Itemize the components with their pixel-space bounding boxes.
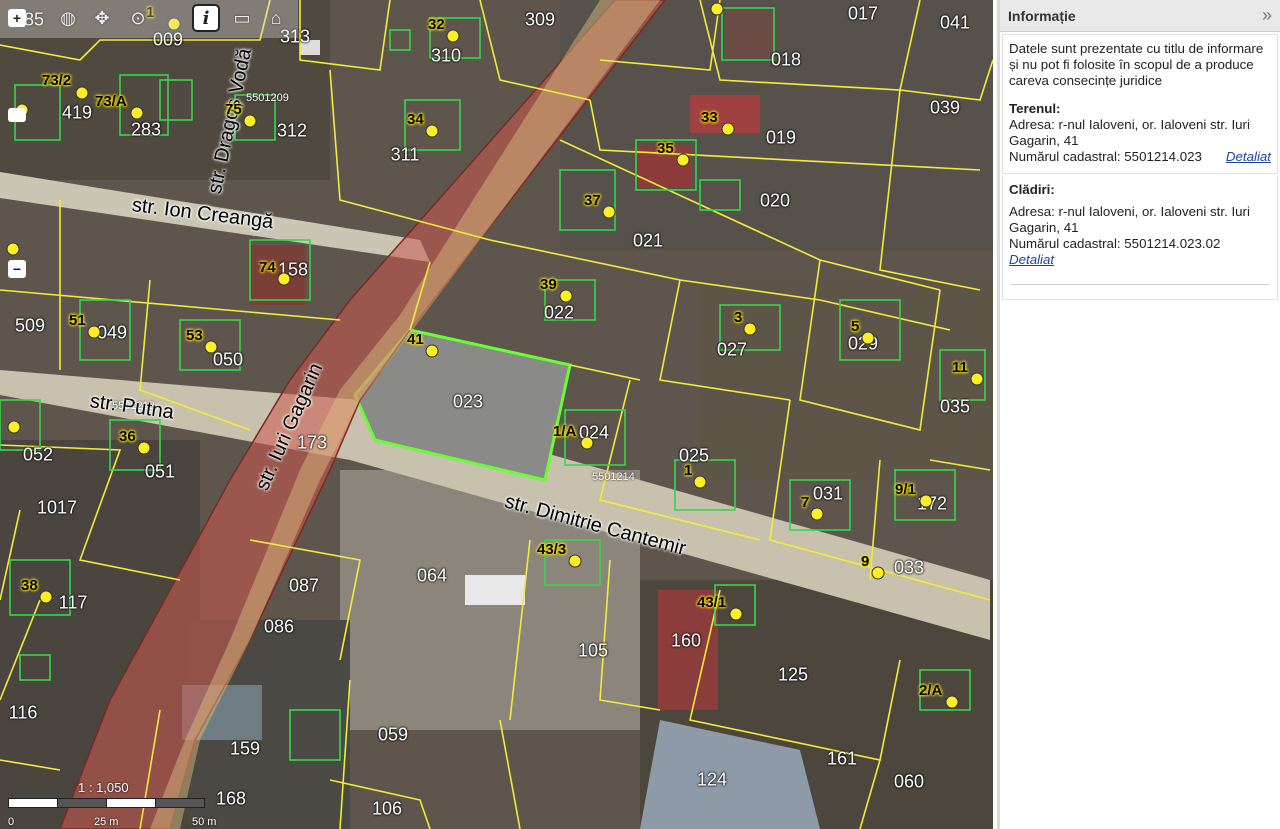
info-panel: Informație » Datele sunt prezentate cu t…: [997, 0, 1280, 829]
address-point[interactable]: [559, 289, 573, 303]
cadastral-block-code: 5501209: [246, 92, 289, 104]
address-label: 43/1: [697, 594, 727, 611]
scale-segment: [106, 798, 156, 808]
address-label: 41: [407, 331, 424, 348]
address-point[interactable]: [721, 122, 735, 136]
address-label: 73/2: [42, 72, 72, 89]
scale-tick: 50 m: [192, 816, 217, 828]
address-label: 36: [119, 428, 136, 445]
building-cadastral-number: Numărul cadastral: 5501214.023.02: [1009, 236, 1221, 251]
address-point[interactable]: [693, 475, 707, 489]
address-point[interactable]: [861, 331, 875, 345]
land-details-link[interactable]: Detaliat: [1226, 149, 1271, 165]
address-point[interactable]: [602, 205, 616, 219]
address-label: 43/3: [537, 541, 567, 558]
building-details-link[interactable]: Detaliat: [1009, 252, 1054, 267]
address-label: 73/A: [95, 93, 127, 110]
cadastral-map[interactable]: 009 313 309 017 041 310 018 039 419 283 …: [0, 0, 993, 829]
address-point[interactable]: [130, 106, 144, 120]
land-cadastral-number: Numărul cadastral: 5501214.023: [1009, 149, 1202, 164]
address-point[interactable]: [743, 322, 757, 336]
address-point[interactable]: [75, 86, 89, 100]
collapse-panel-icon[interactable]: »: [1262, 5, 1272, 26]
address-point[interactable]: [7, 420, 21, 434]
scale-tick: 25 m: [94, 816, 119, 828]
address-label: 74: [259, 259, 276, 276]
land-info-section: Datele sunt prezentate cu titlu de infor…: [1002, 34, 1278, 174]
address-point[interactable]: [810, 507, 824, 521]
land-address: Adresa: r-nul Ialoveni, or. Ialoveni str…: [1009, 117, 1250, 148]
address-label: 37: [584, 192, 601, 209]
address-point[interactable]: [6, 242, 20, 256]
address-label: 34: [407, 111, 424, 128]
panel-header: Informație »: [1000, 0, 1280, 32]
pan-icon[interactable]: ✥: [88, 4, 116, 32]
info-icon[interactable]: i: [192, 4, 220, 32]
map-toolbar: ◍ ✥ ⊙ i ▭ ⌂: [0, 0, 298, 38]
address-point[interactable]: [710, 2, 724, 16]
address-point[interactable]: [580, 436, 594, 450]
scale-ratio: 1 : 1,050: [78, 780, 129, 795]
address-point[interactable]: [204, 340, 218, 354]
address-label: 11: [952, 359, 968, 376]
address-label: 1: [684, 462, 693, 479]
disclaimer-text: Datele sunt prezentate cu titlu de infor…: [1009, 41, 1264, 88]
address-label: 3: [734, 309, 743, 326]
scale-segment: [8, 798, 58, 808]
address-point[interactable]: [137, 441, 151, 455]
globe-icon[interactable]: ◍: [54, 4, 82, 32]
measure-icon[interactable]: ▭: [228, 4, 256, 32]
address-label: 39: [540, 276, 557, 293]
layer-toggle-button[interactable]: [8, 108, 26, 122]
panel-title: Informație: [1008, 7, 1076, 24]
address-point[interactable]: [676, 153, 690, 167]
address-point[interactable]: [425, 124, 439, 138]
address-label: 5: [851, 318, 860, 335]
address-label: 38: [21, 577, 38, 594]
address-label: 1/A: [553, 423, 577, 440]
print-icon[interactable]: ⌂: [262, 4, 290, 32]
address-label: 33: [701, 109, 718, 126]
address-label: 35: [657, 140, 674, 157]
address-point[interactable]: [243, 114, 257, 128]
scale-bar: 1 : 1,050 0 25 m 50 m: [8, 778, 218, 828]
buildings-heading: Clădiri:: [1009, 182, 1055, 197]
address-label: 75: [225, 101, 242, 118]
address-point[interactable]: [446, 29, 460, 43]
zoom-in-button[interactable]: +: [8, 9, 26, 27]
address-point[interactable]: [945, 695, 959, 709]
scale-segment: [57, 798, 107, 808]
address-point[interactable]: [729, 607, 743, 621]
address-label: 51: [69, 312, 86, 329]
zoom-out-button[interactable]: −: [8, 260, 26, 278]
building-address: Adresa: r-nul Ialoveni, or. Ialoveni str…: [1009, 204, 1250, 235]
address-label: 9: [861, 553, 870, 570]
address-label: 32: [428, 16, 445, 33]
address-label: 2/A: [919, 682, 943, 699]
address-point[interactable]: [919, 494, 933, 508]
address-point[interactable]: [568, 554, 582, 568]
divider: [1011, 284, 1269, 285]
address-point[interactable]: [425, 344, 439, 358]
address-label: 53: [186, 327, 203, 344]
land-heading: Terenul:: [1009, 101, 1061, 116]
address-point[interactable]: [970, 372, 984, 386]
address-label: 7: [801, 494, 810, 511]
address-point[interactable]: [277, 272, 291, 286]
scale-tick: 0: [8, 816, 15, 828]
cadastral-block-code: 5501214: [592, 471, 635, 483]
scale-segment: [155, 798, 205, 808]
address-point[interactable]: [87, 325, 101, 339]
address-point[interactable]: [871, 566, 885, 580]
address-label: 9/1: [895, 481, 916, 498]
zoom-icon[interactable]: ⊙: [124, 4, 152, 32]
buildings-info-section: Clădiri: Adresa: r-nul Ialoveni, or. Ial…: [1002, 176, 1278, 300]
address-point[interactable]: [39, 590, 53, 604]
